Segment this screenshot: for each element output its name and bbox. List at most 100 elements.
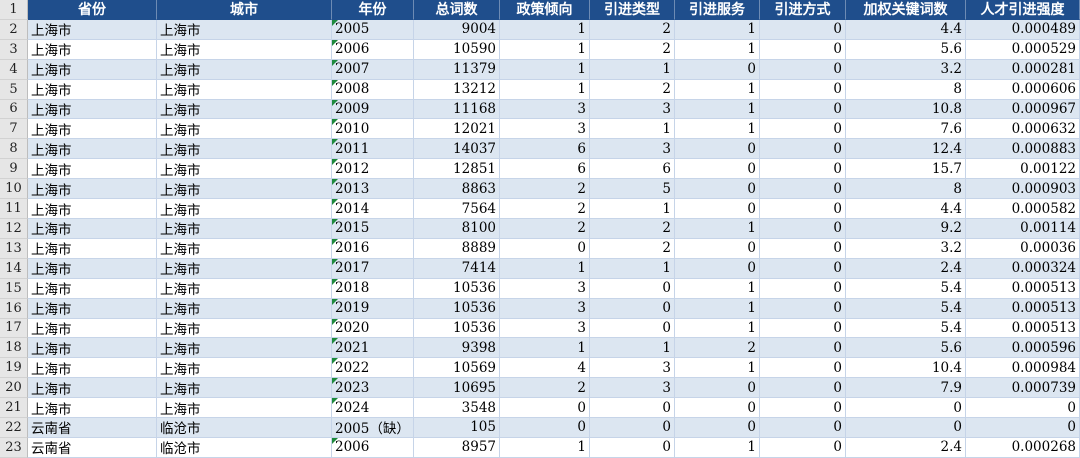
cell-year[interactable]: 2017 [332, 258, 414, 279]
cell-introduction-service[interactable]: 1 [675, 79, 760, 100]
row-number[interactable]: 22 [0, 418, 28, 438]
cell-policy-orientation[interactable]: 2 [500, 199, 590, 219]
cell-introduction-method[interactable]: 0 [760, 99, 846, 120]
cell-introduction-service[interactable]: 1 [675, 318, 760, 339]
cell-policy-orientation[interactable]: 3 [500, 278, 590, 299]
row-number[interactable]: 15 [0, 278, 28, 299]
cell-talent-intensity[interactable]: 0.00122 [966, 159, 1080, 180]
cell-introduction-service[interactable]: 1 [675, 19, 760, 40]
cell-total-words[interactable]: 8100 [414, 218, 500, 239]
cell-introduction-method[interactable]: 0 [760, 238, 846, 259]
cell-introduction-method[interactable]: 0 [760, 437, 846, 458]
cell-policy-orientation[interactable]: 0 [500, 398, 590, 419]
cell-introduction-method[interactable]: 0 [760, 278, 846, 299]
row-number[interactable]: 5 [0, 79, 28, 100]
cell-province[interactable]: 上海市 [28, 119, 157, 140]
cell-introduction-type[interactable]: 1 [590, 338, 675, 359]
cell-introduction-method[interactable]: 0 [760, 258, 846, 279]
cell-introduction-type[interactable]: 0 [590, 298, 675, 319]
row-number[interactable]: 23 [0, 437, 28, 458]
cell-introduction-type[interactable]: 1 [590, 119, 675, 140]
cell-introduction-type[interactable]: 2 [590, 19, 675, 40]
cell-introduction-method[interactable]: 0 [760, 39, 846, 60]
cell-introduction-method[interactable]: 0 [760, 318, 846, 339]
cell-total-words[interactable]: 10536 [414, 278, 500, 299]
cell-introduction-type[interactable]: 0 [590, 278, 675, 299]
cell-introduction-type[interactable]: 0 [590, 437, 675, 458]
cell-year[interactable]: 2019 [332, 298, 414, 319]
cell-introduction-service[interactable]: 0 [675, 59, 760, 80]
cell-introduction-service[interactable]: 0 [675, 179, 760, 200]
cell-policy-orientation[interactable]: 1 [500, 79, 590, 100]
row-number[interactable]: 20 [0, 378, 28, 399]
cell-weighted-keywords[interactable]: 9.2 [846, 218, 966, 239]
cell-city[interactable]: 临沧市 [157, 418, 332, 438]
cell-city[interactable]: 上海市 [157, 278, 332, 299]
cell-year[interactable]: 2011 [332, 139, 414, 160]
cell-year[interactable]: 2020 [332, 318, 414, 339]
cell-city[interactable]: 上海市 [157, 258, 332, 279]
cell-city[interactable]: 上海市 [157, 59, 332, 80]
column-header-total-words[interactable]: 总词数 [414, 0, 500, 20]
cell-introduction-service[interactable]: 2 [675, 338, 760, 359]
cell-introduction-method[interactable]: 0 [760, 298, 846, 319]
cell-year[interactable]: 2008 [332, 79, 414, 100]
cell-total-words[interactable]: 11168 [414, 99, 500, 120]
cell-city[interactable]: 上海市 [157, 179, 332, 200]
cell-policy-orientation[interactable]: 1 [500, 59, 590, 80]
cell-province[interactable]: 上海市 [28, 159, 157, 180]
cell-weighted-keywords[interactable]: 2.4 [846, 437, 966, 458]
cell-year[interactable]: 2006 [332, 39, 414, 60]
cell-introduction-type[interactable]: 2 [590, 238, 675, 259]
cell-weighted-keywords[interactable]: 5.6 [846, 39, 966, 60]
cell-total-words[interactable]: 8957 [414, 437, 500, 458]
cell-city[interactable]: 上海市 [157, 378, 332, 399]
cell-province[interactable]: 云南省 [28, 437, 157, 458]
row-number[interactable]: 12 [0, 218, 28, 239]
cell-introduction-service[interactable]: 1 [675, 298, 760, 319]
cell-weighted-keywords[interactable]: 15.7 [846, 159, 966, 180]
cell-total-words[interactable]: 14037 [414, 139, 500, 160]
row-number[interactable]: 17 [0, 318, 28, 339]
cell-introduction-service[interactable]: 0 [675, 258, 760, 279]
cell-city[interactable]: 上海市 [157, 199, 332, 219]
cell-introduction-type[interactable]: 1 [590, 258, 675, 279]
cell-introduction-service[interactable]: 0 [675, 159, 760, 180]
row-number[interactable]: 19 [0, 358, 28, 379]
cell-province[interactable]: 上海市 [28, 258, 157, 279]
cell-year[interactable]: 2012 [332, 159, 414, 180]
cell-introduction-service[interactable]: 1 [675, 39, 760, 60]
cell-talent-intensity[interactable]: 0.000606 [966, 79, 1080, 100]
cell-policy-orientation[interactable]: 1 [500, 338, 590, 359]
cell-weighted-keywords[interactable]: 8 [846, 179, 966, 200]
cell-policy-orientation[interactable]: 1 [500, 39, 590, 60]
column-header-year[interactable]: 年份 [332, 0, 414, 20]
cell-province[interactable]: 上海市 [28, 199, 157, 219]
cell-total-words[interactable]: 12851 [414, 159, 500, 180]
row-number[interactable]: 6 [0, 99, 28, 120]
cell-total-words[interactable]: 13212 [414, 79, 500, 100]
cell-year[interactable]: 2016 [332, 238, 414, 259]
cell-year[interactable]: 2022 [332, 358, 414, 379]
cell-introduction-service[interactable]: 1 [675, 278, 760, 299]
cell-talent-intensity[interactable]: 0.000281 [966, 59, 1080, 80]
cell-province[interactable]: 上海市 [28, 278, 157, 299]
cell-policy-orientation[interactable]: 3 [500, 99, 590, 120]
cell-year[interactable]: 2023 [332, 378, 414, 399]
column-header-introduction-service[interactable]: 引进服务 [675, 0, 760, 20]
cell-city[interactable]: 上海市 [157, 318, 332, 339]
cell-introduction-type[interactable]: 3 [590, 139, 675, 160]
cell-year[interactable]: 2024 [332, 398, 414, 419]
cell-talent-intensity[interactable]: 0.000582 [966, 199, 1080, 219]
cell-introduction-method[interactable]: 0 [760, 378, 846, 399]
cell-city[interactable]: 上海市 [157, 119, 332, 140]
cell-year[interactable]: 2014 [332, 199, 414, 219]
cell-year[interactable]: 2005（缺） [332, 418, 414, 438]
row-number[interactable]: 10 [0, 179, 28, 200]
cell-introduction-type[interactable]: 0 [590, 418, 675, 438]
cell-total-words[interactable]: 7564 [414, 199, 500, 219]
column-header-city[interactable]: 城市 [157, 0, 332, 20]
column-header-province[interactable]: 省份 [28, 0, 157, 20]
row-number[interactable]: 8 [0, 139, 28, 160]
cell-total-words[interactable]: 8863 [414, 179, 500, 200]
